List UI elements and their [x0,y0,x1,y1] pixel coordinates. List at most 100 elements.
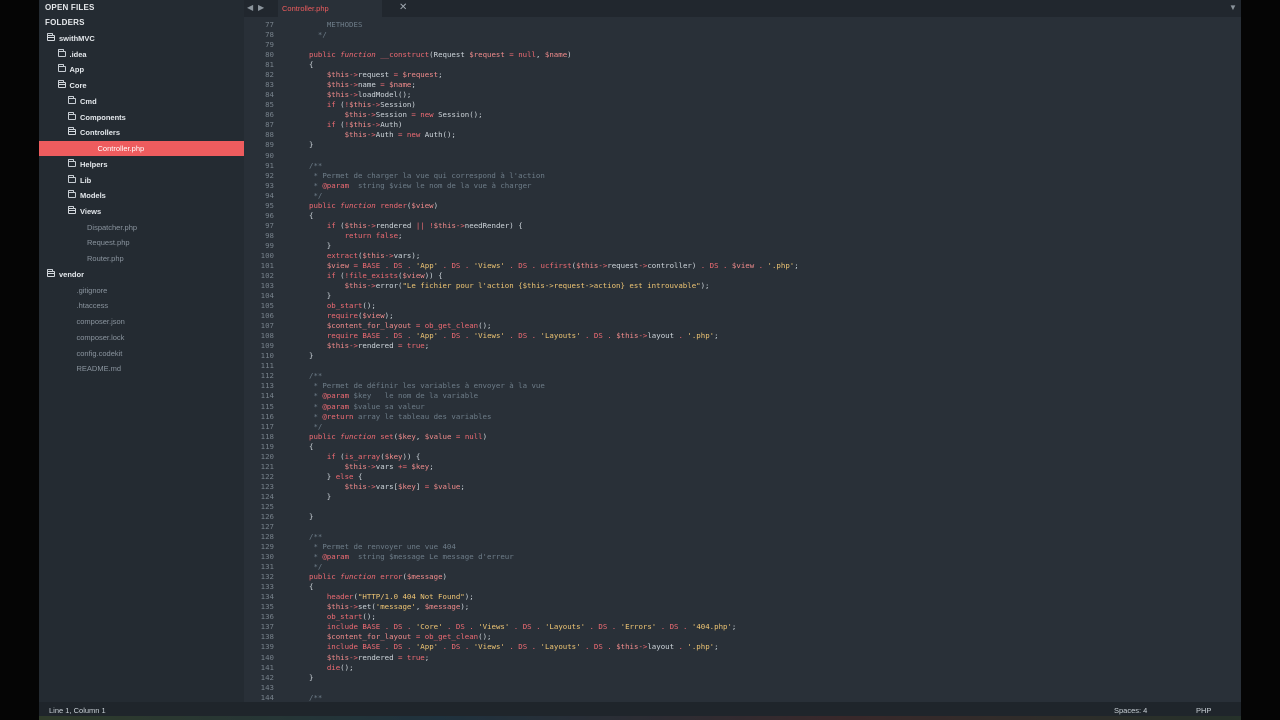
tree-folder[interactable]: .idea [39,47,244,62]
tree-file[interactable]: README.md [39,361,244,376]
code-line[interactable]: * @param $value sa valeur [309,402,424,412]
tree-folder[interactable]: Cmd [39,94,244,109]
tab-controller-php[interactable]: Controller.php ✕ [278,0,407,17]
code-line[interactable]: $this->error("Le fichier pour l'action {… [309,281,710,291]
tree-folder[interactable]: vendor [39,267,244,282]
code-line[interactable]: } [309,351,313,361]
code-line[interactable]: $content_for_layout = ob_get_clean(); [309,321,492,331]
tree-folder[interactable]: Components [39,110,244,125]
tree-file[interactable]: Dispatcher.php [39,220,244,235]
tree-folder[interactable]: Controllers [39,125,244,140]
code-line[interactable]: die(); [309,663,354,673]
tree-file[interactable]: .gitignore [39,283,244,298]
code-line[interactable]: /** [309,371,322,381]
tree-file[interactable]: Router.php [39,251,244,266]
code-line[interactable]: } [309,673,313,683]
code-line[interactable]: $content_for_layout = ob_get_clean(); [309,632,492,642]
code-line[interactable]: { [309,582,313,592]
code-line[interactable]: if ($this->rendered || !$this->needRende… [309,221,523,231]
code-line[interactable]: { [309,442,313,452]
tab-scroll-right-icon[interactable]: ▶ [258,3,264,12]
code-line[interactable]: include BASE . DS . 'Core' . DS . 'Views… [309,622,737,632]
tab-scroll-left-icon[interactable]: ◀ [247,3,253,12]
tree-folder[interactable]: swithMVC [39,31,244,46]
code-line[interactable]: require BASE . DS . 'App' . DS . 'Views'… [309,331,719,341]
tree-item-label: Lib [80,175,92,185]
code-line[interactable]: * @param string $view le nom de la vue à… [309,181,531,191]
code-line[interactable]: */ [309,562,322,572]
code-line[interactable]: if (!file_exists($view)) { [309,271,443,281]
code-editor[interactable]: 77 78 79 80 81 82 83 84 85 86 87 88 89 90 91 92 93 94 95 96… [244,17,1241,702]
code-line[interactable]: public function set($key, $value = null) [309,432,487,442]
code-line[interactable]: public function error($message) [309,572,447,582]
code-line[interactable]: */ [309,191,322,201]
code-line[interactable]: if (is_array($key)) { [309,452,421,462]
cursor-position[interactable]: Line 1, Column 1 [49,706,106,715]
syntax-mode[interactable]: PHP [1196,706,1211,715]
code-line[interactable]: if (!$this->Session) [309,100,416,110]
tree-folder[interactable]: Core [39,78,244,93]
code-line[interactable]: public function render($view) [309,201,438,211]
code-line[interactable]: } else { [309,472,363,482]
code-line[interactable]: } [309,241,331,251]
line-number: 110 [260,351,274,361]
code-line[interactable]: * @return array le tableau des variables [309,412,491,422]
code-line[interactable]: include BASE . DS . 'App' . DS . 'Views'… [309,642,719,652]
code-line[interactable]: $this->set('message', $message); [309,602,469,612]
code-line[interactable]: } [309,492,331,502]
code-line[interactable]: * Permet de renvoyer une vue 404 [309,542,455,552]
open-files-header[interactable]: OPEN FILES [45,3,95,12]
code-line[interactable]: { [309,211,313,221]
tab-menu-chevron-icon[interactable]: ▼ [1229,3,1237,12]
tree-file[interactable]: .htaccess [39,298,244,313]
code-line[interactable]: public function __construct(Request $req… [309,50,572,60]
code-line[interactable]: ob_start(); [309,301,376,311]
code-line[interactable]: /** [309,693,322,702]
code-line[interactable]: $this->Auth = new Auth(); [309,130,456,140]
folders-header[interactable]: FOLDERS [45,18,85,27]
code-line[interactable]: $this->Session = new Session(); [309,110,483,120]
tree-folder[interactable]: Helpers [39,157,244,172]
code-line[interactable]: */ [309,422,322,432]
code-line[interactable]: */ [309,30,327,40]
code-line[interactable]: $this->rendered = true; [309,341,429,351]
tree-folder[interactable]: Models [39,188,244,203]
tree-file[interactable]: Controller.php [39,141,244,157]
code-line[interactable]: } [309,512,313,522]
tree-file[interactable]: Request.php [39,235,244,250]
code-line[interactable]: header("HTTP/1.0 404 Not Found"); [309,592,474,602]
code-line[interactable]: ob_start(); [309,612,376,622]
code-line[interactable]: extract($this->vars); [309,251,420,261]
code-line[interactable]: } [309,140,313,150]
code-line[interactable]: * Permet de charger la vue qui correspon… [309,171,544,181]
code-line[interactable]: $this->vars += $key; [309,462,434,472]
code-line[interactable]: * @param string $message Le message d'er… [309,552,513,562]
code-line[interactable]: require($view); [309,311,394,321]
tree-folder[interactable]: Lib [39,173,244,188]
code-line[interactable]: $view = BASE . DS . 'App' . DS . 'Views'… [309,261,799,271]
code-line[interactable]: $this->name = $name; [309,80,416,90]
code-line[interactable]: $this->rendered = true; [309,653,429,663]
tree-file[interactable]: config.codekit [39,346,244,361]
code-line[interactable]: * @param $key le nom de la variable [309,391,478,401]
code-line[interactable]: $this->request = $request; [309,70,443,80]
tree-file[interactable]: composer.lock [39,330,244,345]
code-line[interactable]: } [309,291,331,301]
code-line[interactable]: /** [309,161,322,171]
indentation-setting[interactable]: Spaces: 4 [1114,706,1147,715]
tree-folder[interactable]: Views [39,204,244,219]
close-icon[interactable]: ✕ [399,2,407,13]
tree-folder[interactable]: App [39,62,244,77]
tree-file[interactable]: composer.json [39,314,244,329]
code-line[interactable]: { [309,60,313,70]
line-number: 143 [260,682,274,692]
code-line[interactable]: /** [309,532,322,542]
code-line[interactable]: if (!$this->Auth) [309,120,403,130]
line-number: 135 [260,602,274,612]
code-line[interactable]: $this->loadModel(); [309,90,412,100]
code-line[interactable]: $this->vars[$key] = $value; [309,482,465,492]
code-line[interactable]: * Permet de définir les variables à envo… [309,381,544,391]
code-line[interactable]: return false; [309,231,403,241]
line-number: 139 [260,642,274,652]
code-line[interactable]: METHODES [309,20,363,30]
